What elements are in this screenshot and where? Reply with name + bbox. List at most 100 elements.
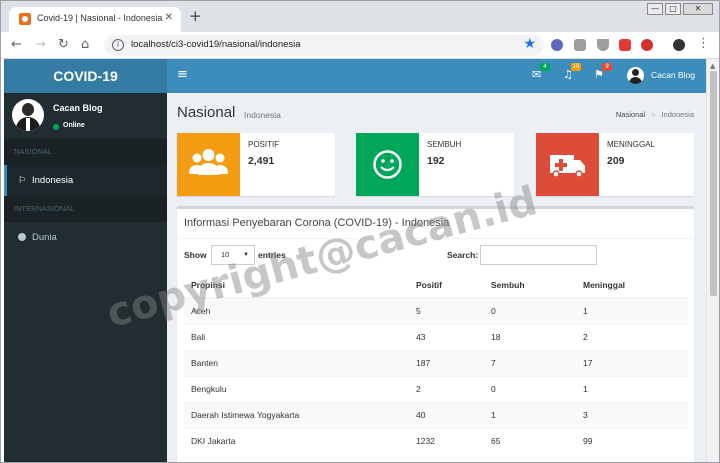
breadcrumb: Nasional > Indonesia	[615, 110, 694, 119]
cell-sembuh: 1	[484, 401, 576, 428]
scroll-up-arrow-icon[interactable]: ▲	[710, 62, 715, 70]
cell-meninggal: 1	[576, 375, 688, 402]
media-extension-icon[interactable]	[619, 39, 631, 51]
entries-select[interactable]: 10 ▼	[211, 245, 255, 265]
tab-close-icon[interactable]: ✕	[165, 12, 173, 23]
sidebar-item-label: Indonesia	[32, 175, 74, 186]
minimize-button[interactable]: —	[647, 3, 663, 15]
reload-icon[interactable]: ↻	[58, 37, 69, 53]
cell-meninggal: 2	[576, 323, 688, 350]
table-row: Daerah Istimewa Yogyakarta 40 1 3	[184, 401, 688, 428]
info-label: MENINGGAL	[607, 140, 656, 149]
cell-sembuh: 7	[484, 349, 576, 376]
sidebar-item-label: Dunia	[32, 232, 57, 243]
info-icon[interactable]: i	[112, 39, 124, 51]
column-header-propinsi[interactable]: Propinsi	[184, 272, 409, 299]
forward-arrow-icon[interactable]: →	[35, 37, 46, 53]
table-row: Bengkulu 2 0 1	[184, 375, 688, 402]
online-status-icon	[53, 124, 59, 130]
column-header-sembuh[interactable]: Sembuh	[484, 272, 576, 299]
divider	[177, 238, 694, 239]
user-panel: Cacan Blog Online	[4, 93, 167, 139]
sidebar: Cacan Blog Online NASIONAL ⚐ Indonesia IN…	[4, 93, 167, 462]
info-number: 209	[607, 155, 625, 167]
cell-positif: 2	[409, 375, 484, 402]
envelope-icon[interactable]: ✉ 4	[532, 63, 550, 81]
show-label: Show	[184, 250, 207, 260]
browser-tab[interactable]: Covid-19 | Nasional - Indonesia ✕	[9, 7, 181, 32]
window-controls: — □ ✕	[647, 3, 713, 15]
download-extension-icon[interactable]	[597, 39, 609, 51]
menu-dots-icon[interactable]: ⋮	[697, 36, 710, 52]
navbar-avatar[interactable]	[627, 67, 644, 84]
cell-positif: 43	[409, 323, 484, 350]
chevron-down-icon: ▼	[243, 252, 249, 258]
cell-propinsi: Daerah Istimewa Yogyakarta	[184, 401, 409, 428]
sidebar-toggle-icon[interactable]: ≡	[177, 68, 188, 82]
page-scrollbar[interactable]: ▲	[706, 59, 719, 462]
maximize-button[interactable]: □	[665, 3, 681, 15]
column-header-meninggal[interactable]: Meninggal	[576, 272, 688, 299]
online-status-text: Online	[63, 122, 85, 129]
cell-meninggal: 99	[576, 427, 688, 454]
box-title: Informasi Penyebaran Corona (COVID-19) -…	[184, 217, 450, 229]
sidebar-user-name: Cacan Blog	[53, 103, 103, 113]
url-text[interactable]: localhost/ci3-covid19/nasional/indonesia	[131, 39, 301, 50]
avatar	[12, 99, 44, 131]
cell-propinsi: DKI Jakarta	[184, 427, 409, 454]
cell-sembuh: 18	[484, 323, 576, 350]
cell-meninggal: 1	[576, 297, 688, 324]
info-box-positif: POSITIF 2,491	[177, 133, 335, 196]
search-label: Search:	[447, 250, 479, 260]
cell-positif: 5	[409, 297, 484, 324]
page-subtitle: Indonesia	[244, 110, 281, 120]
main-content: Nasional Indonesia Nasional>Indonesia	[167, 93, 706, 462]
cell-sembuh: 0	[484, 375, 576, 402]
bookmark-star-icon[interactable]: ★	[523, 36, 536, 52]
search-input[interactable]	[480, 245, 597, 265]
browser-toolbar: ← → ↻ ⌂ i localhost/ci3-covid19/nasional…	[1, 32, 719, 59]
cell-propinsi: Banten	[184, 349, 409, 376]
app-logo[interactable]: COVID-19	[4, 59, 167, 93]
cell-sembuh: 0	[484, 297, 576, 324]
flag-icon[interactable]: ⚑ 9	[594, 63, 612, 81]
breadcrumb-nasional[interactable]: Nasional	[616, 110, 645, 119]
cell-propinsi: Aceh	[184, 297, 409, 324]
info-number: 192	[427, 155, 445, 167]
cell-propinsi: Bengkulu	[184, 375, 409, 402]
back-arrow-icon[interactable]: ←	[11, 37, 22, 53]
top-navbar: ≡ ✉ 4 ♫ 10 ⚑ 9 Cacan Blog	[167, 59, 706, 93]
close-window-button[interactable]: ✕	[683, 3, 713, 15]
home-icon[interactable]: ⌂	[81, 37, 89, 53]
table-row: Banten 187 7 17	[184, 349, 688, 376]
extension-icon[interactable]	[551, 39, 563, 51]
page-title: Nasional	[177, 104, 236, 121]
sidebar-item-indonesia[interactable]: ⚐ Indonesia	[4, 165, 167, 196]
new-tab-button[interactable]: +	[189, 9, 202, 24]
notifications-badge: 10	[571, 63, 581, 71]
info-label: SEMBUH	[427, 140, 462, 149]
info-number: 2,491	[248, 155, 275, 167]
profile-icon[interactable]	[673, 39, 685, 51]
flag-icon: ⚐	[18, 175, 27, 185]
table-header-row: Propinsi Positif Sembuh Meninggal	[184, 272, 688, 299]
bookmark-extension-icon[interactable]	[574, 39, 586, 51]
globe-icon	[18, 233, 26, 241]
tab-bar: Covid-19 | Nasional - Indonesia ✕ + — □ …	[1, 1, 719, 32]
menu-header-nasional: NASIONAL	[4, 139, 167, 165]
table-row: DKI Jakarta 1232 65 99	[184, 427, 688, 454]
address-bar[interactable]: i localhost/ci3-covid19/nasional/indones…	[104, 35, 544, 56]
column-header-positif[interactable]: Positif	[409, 272, 484, 299]
info-box-sembuh: SEMBUH 192	[356, 133, 514, 196]
entries-label: entries	[258, 250, 286, 260]
bell-icon[interactable]: ♫ 10	[563, 63, 581, 81]
sidebar-item-dunia[interactable]: Dunia	[4, 222, 167, 253]
navbar-user-name[interactable]: Cacan Blog	[651, 70, 695, 80]
users-icon	[177, 133, 240, 196]
browser-window: Covid-19 | Nasional - Indonesia ✕ + — □ …	[0, 0, 720, 463]
info-box-meninggal: MENINGGAL 209	[536, 133, 694, 196]
scroll-thumb[interactable]	[710, 71, 717, 296]
data-table: Propinsi Positif Sembuh Meninggal Aceh 5…	[184, 272, 688, 454]
favicon-icon	[19, 13, 31, 25]
adblock-extension-icon[interactable]	[641, 39, 653, 51]
